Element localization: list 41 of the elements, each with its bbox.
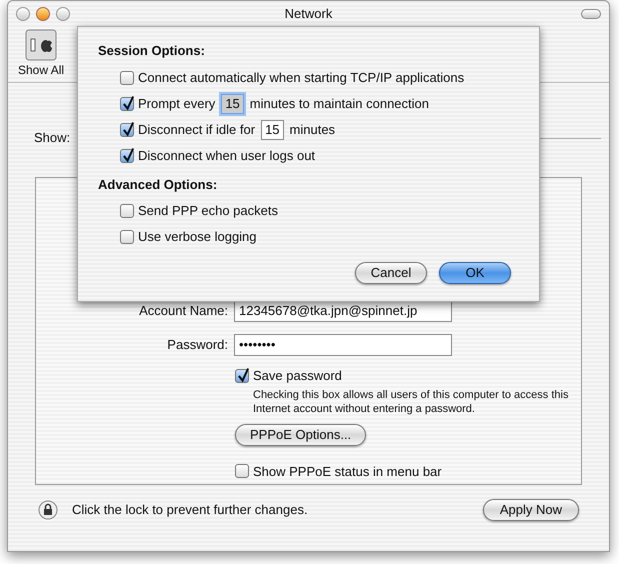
checkbox[interactable] <box>120 70 134 84</box>
apple-switch-icon <box>25 29 58 61</box>
toolbar-toggle-icon[interactable] <box>581 9 601 19</box>
password-field[interactable]: •••••••• <box>234 334 452 356</box>
minimize-icon[interactable] <box>36 7 50 21</box>
pppoe-options-button[interactable]: PPPoE Options... <box>235 424 366 446</box>
option-label: Send PPP echo packets <box>138 202 278 220</box>
option-label: Disconnect when user logs out <box>138 146 316 165</box>
minutes-field[interactable]: 15 <box>261 120 284 140</box>
checkbox[interactable] <box>120 204 134 218</box>
save-password-label: Save password <box>253 367 342 385</box>
checkbox[interactable] <box>120 96 134 110</box>
option-label: minutes to maintain connection <box>250 94 429 113</box>
lock-text: Click the lock to prevent further changes. <box>72 501 308 520</box>
account-name-label: Account Name: <box>138 302 228 320</box>
apply-now-button[interactable]: Apply Now <box>482 499 579 521</box>
checkbox[interactable] <box>235 464 249 478</box>
minutes-field[interactable]: 15 <box>221 94 244 114</box>
toolbar-item-label[interactable]: Show All <box>18 61 64 79</box>
password-label: Password: <box>166 336 228 354</box>
option-label: Connect automatically when starting TCP/IP applications <box>138 68 464 87</box>
show-status-label: Show PPPoE status in menu bar <box>253 462 442 480</box>
option-label: Use verbose logging <box>138 228 257 246</box>
checkbox[interactable] <box>120 230 134 244</box>
lock-icon[interactable] <box>38 500 58 520</box>
option-label: minutes <box>290 120 336 139</box>
close-icon[interactable] <box>16 7 30 21</box>
option-label: Prompt every <box>138 94 216 113</box>
checkbox[interactable] <box>120 148 134 162</box>
window-title: Network <box>284 5 332 24</box>
section-heading: Session Options: <box>98 42 206 60</box>
save-password-note: Checking this box allows all users of this computer to access this Internet account without entering a password. <box>252 388 570 416</box>
zoom-icon[interactable] <box>56 7 70 21</box>
show-label: Show: <box>34 129 70 148</box>
ok-button[interactable]: OK <box>439 262 511 284</box>
checkbox[interactable] <box>235 368 249 383</box>
section-heading: Advanced Options: <box>98 176 218 194</box>
cancel-button[interactable]: Cancel <box>355 262 427 284</box>
checkbox[interactable] <box>120 122 134 136</box>
account-name-field[interactable]: 12345678@tka.jpn@spinnet.jp <box>234 300 452 322</box>
option-label: Disconnect if idle for <box>138 120 256 139</box>
